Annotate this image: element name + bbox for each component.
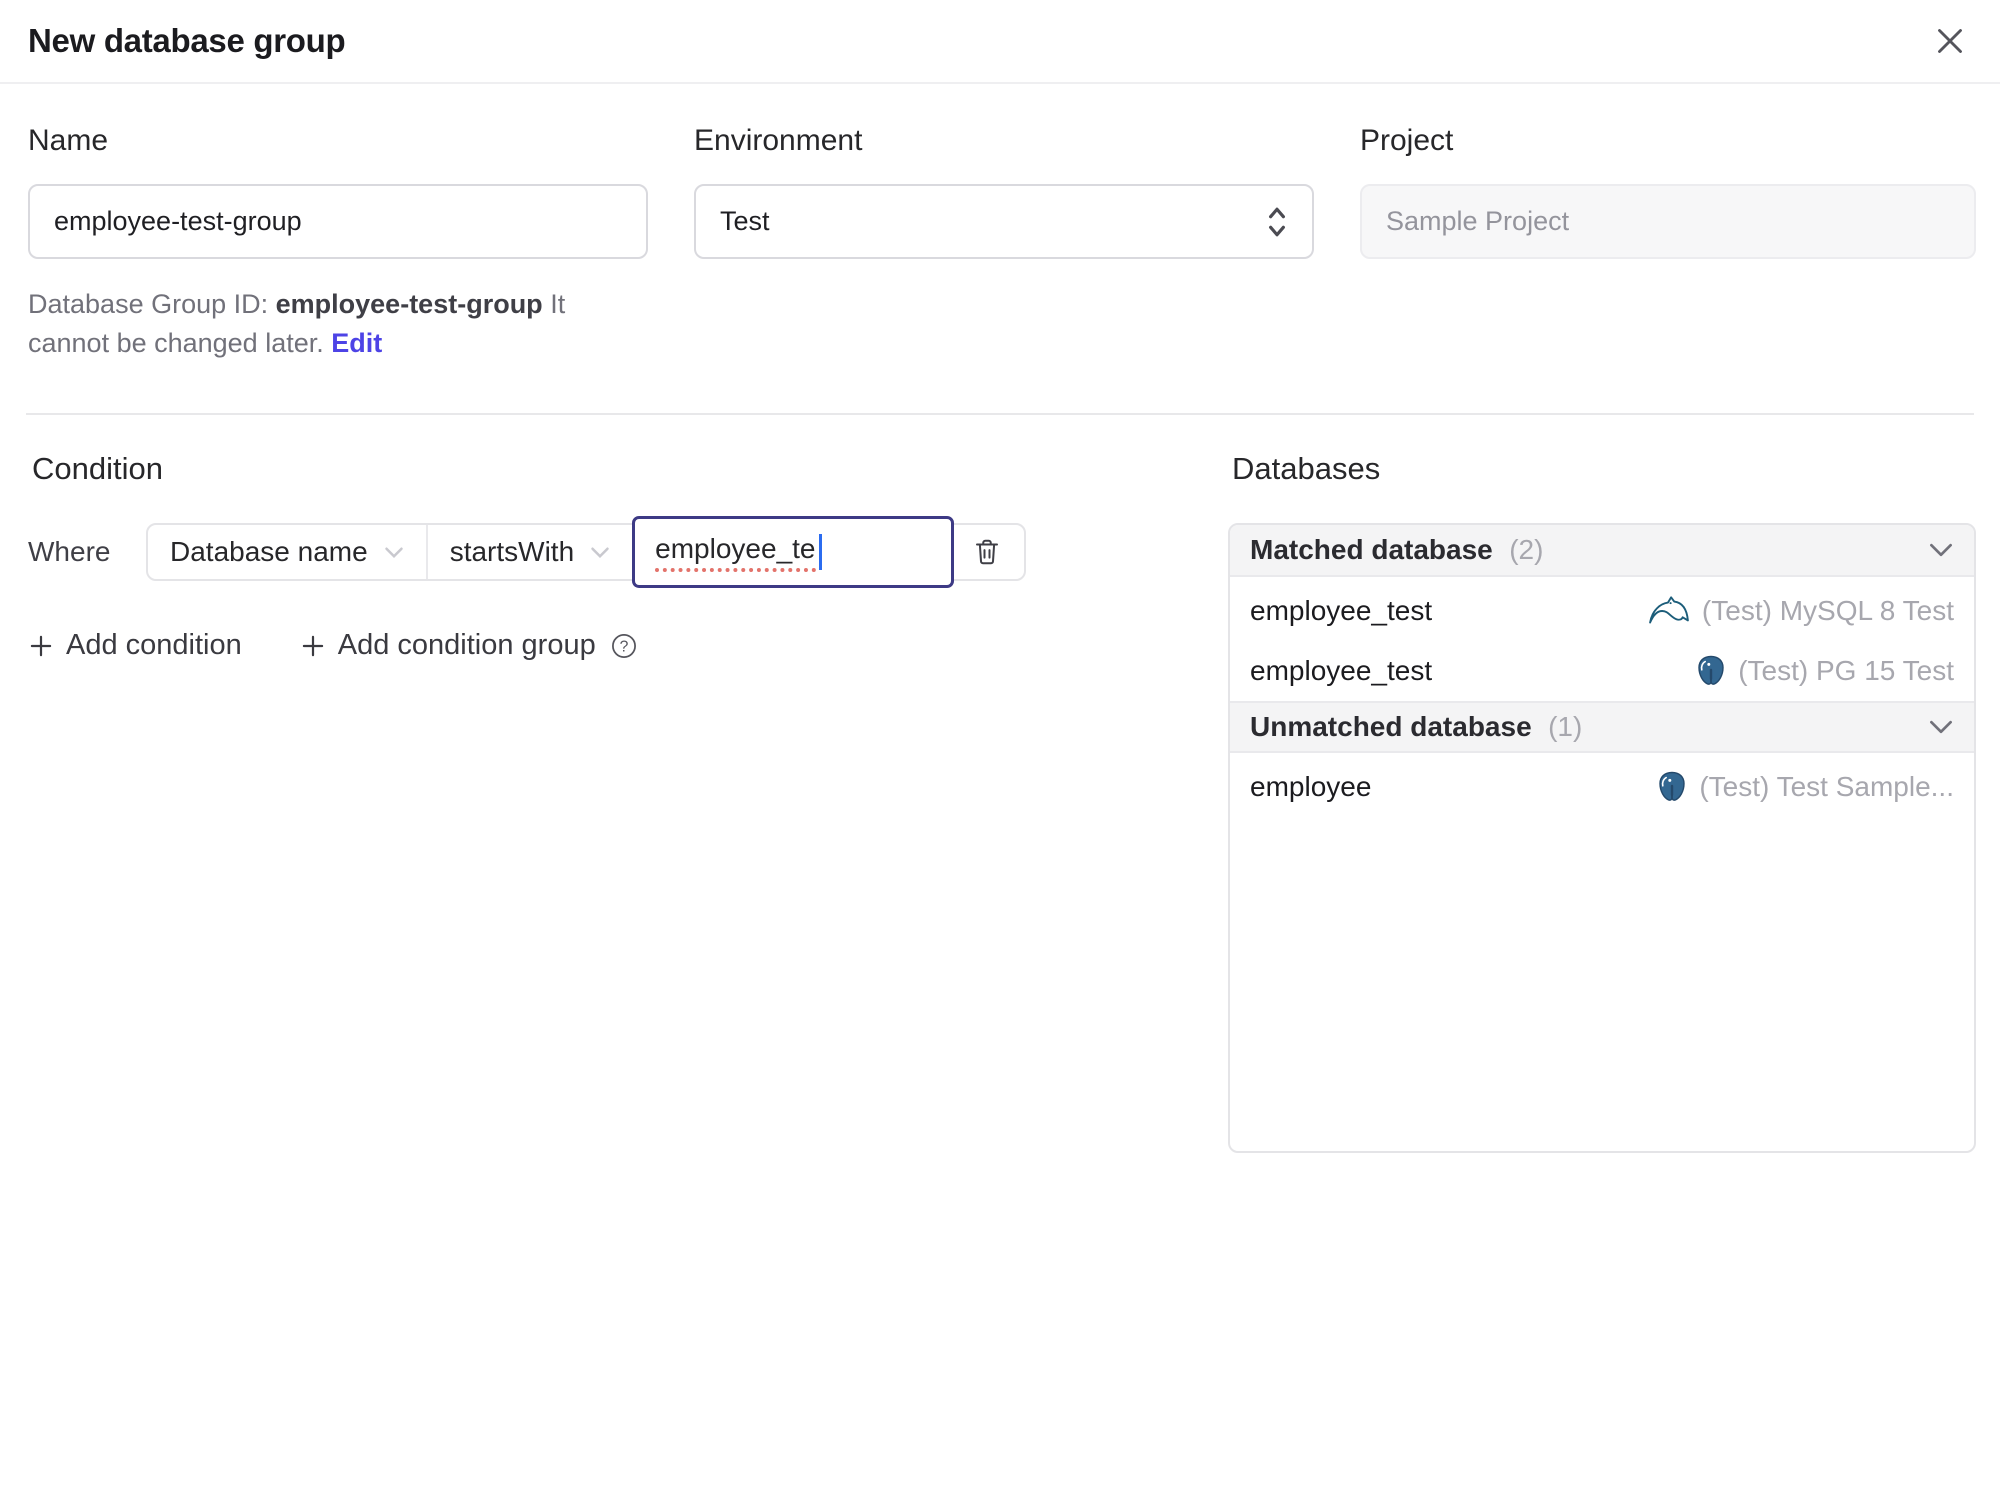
svg-text:?: ? bbox=[619, 638, 628, 655]
group-id-help-prefix: Database Group ID: bbox=[28, 289, 276, 319]
condition-field-value: Database name bbox=[170, 536, 368, 568]
database-row[interactable]: employee (Test) Test Sample... bbox=[1230, 757, 1974, 817]
group-id-value: employee-test-group bbox=[275, 289, 543, 319]
dialog-header: New database group bbox=[0, 0, 2000, 84]
project-field-group: Project Sample Project bbox=[1360, 124, 1976, 363]
chevron-down-icon bbox=[384, 546, 404, 559]
name-label: Name bbox=[28, 124, 109, 157]
dialog-title: New database group bbox=[28, 22, 346, 59]
add-condition-group-button[interactable]: Add condition group ? bbox=[300, 629, 638, 662]
chevron-down-icon bbox=[1928, 542, 1954, 558]
edit-link[interactable]: Edit bbox=[331, 328, 382, 358]
unmatched-database-header[interactable]: Unmatched database (1) bbox=[1230, 701, 1974, 754]
database-row[interactable]: employee_test (Test) MySQL 8 Test bbox=[1230, 581, 1974, 641]
database-row[interactable]: employee_test (Test) PG 15 Test bbox=[1230, 641, 1974, 701]
text-cursor bbox=[818, 534, 822, 571]
database-name: employee_test bbox=[1250, 595, 1433, 627]
project-input: Sample Project bbox=[1360, 184, 1976, 259]
name-field-group: Name Database Group ID: employee-test-gr… bbox=[28, 124, 648, 363]
add-condition-group-label: Add condition group bbox=[337, 629, 596, 662]
matched-database-rows: employee_test (Test) MySQL 8 Test employ… bbox=[1230, 577, 1974, 701]
database-instance-label: (Test) PG 15 Test bbox=[1738, 655, 1954, 687]
unmatched-database-title: Unmatched database bbox=[1250, 711, 1532, 743]
matched-database-header[interactable]: Matched database (2) bbox=[1230, 525, 1974, 578]
plus-icon bbox=[300, 633, 326, 659]
database-instance: (Test) MySQL 8 Test bbox=[1648, 595, 1954, 627]
environment-select[interactable]: Test bbox=[694, 184, 1314, 259]
unmatched-database-rows: employee (Test) Test Sample... bbox=[1230, 753, 1974, 817]
matched-database-count: (2) bbox=[1509, 534, 1544, 566]
condition-row: Where Database name startsWith employee_… bbox=[28, 516, 1180, 589]
database-instance-label: (Test) Test Sample... bbox=[1699, 771, 1954, 803]
new-database-group-dialog: New database group Name Database Group I… bbox=[0, 0, 2000, 1500]
add-condition-button[interactable]: Add condition bbox=[28, 629, 242, 662]
select-up-down-icon bbox=[1266, 205, 1288, 239]
condition-operator-select[interactable]: startsWith bbox=[428, 525, 632, 579]
environment-field-group: Environment Test bbox=[694, 124, 1314, 363]
databases-section: Databases Matched database (2) employee_… bbox=[1228, 451, 1976, 1154]
matched-database-title: Matched database bbox=[1250, 534, 1493, 566]
mysql-icon bbox=[1648, 595, 1690, 627]
database-name: employee bbox=[1250, 771, 1372, 803]
environment-label: Environment bbox=[694, 124, 863, 157]
add-condition-label: Add condition bbox=[66, 629, 242, 662]
chevron-down-icon bbox=[1928, 719, 1954, 735]
plus-icon bbox=[28, 633, 54, 659]
where-label: Where bbox=[28, 536, 111, 568]
project-label: Project bbox=[1360, 124, 1454, 157]
body: Condition Where Database name startsWith bbox=[0, 415, 2000, 1154]
project-value: Sample Project bbox=[1386, 206, 1570, 236]
chevron-down-icon bbox=[590, 546, 610, 559]
close-icon bbox=[1932, 23, 1968, 59]
condition-field-select[interactable]: Database name bbox=[148, 525, 428, 580]
environment-selected-value: Test bbox=[720, 206, 770, 236]
delete-condition-button[interactable] bbox=[972, 536, 1002, 568]
trash-icon bbox=[972, 536, 1002, 568]
name-input[interactable] bbox=[28, 184, 648, 259]
condition-actions: Add condition Add condition group ? bbox=[28, 629, 1180, 662]
postgres-icon bbox=[1696, 655, 1726, 687]
close-button[interactable] bbox=[1930, 21, 1970, 61]
condition-operator-value: startsWith bbox=[449, 536, 575, 568]
database-instance-label: (Test) MySQL 8 Test bbox=[1701, 595, 1954, 627]
database-instance: (Test) Test Sample... bbox=[1657, 771, 1954, 803]
condition-value-text: employee_te bbox=[655, 533, 816, 572]
condition-heading: Condition bbox=[32, 451, 163, 487]
help-question-icon: ? bbox=[610, 632, 638, 660]
databases-panel: Matched database (2) employee_test (Test… bbox=[1228, 523, 1976, 1154]
condition-section: Condition Where Database name startsWith bbox=[28, 451, 1180, 1153]
postgres-icon bbox=[1657, 771, 1687, 803]
group-id-help: Database Group ID: employee-test-group I… bbox=[28, 285, 648, 363]
database-instance: (Test) PG 15 Test bbox=[1696, 655, 1954, 687]
condition-group: Database name startsWith employee_te bbox=[146, 516, 1027, 589]
top-form: Name Database Group ID: employee-test-gr… bbox=[0, 84, 2000, 363]
unmatched-database-count: (1) bbox=[1548, 711, 1583, 743]
database-name: employee_test bbox=[1250, 655, 1433, 687]
databases-heading: Databases bbox=[1232, 451, 1381, 487]
condition-value-input[interactable]: employee_te bbox=[632, 516, 955, 589]
